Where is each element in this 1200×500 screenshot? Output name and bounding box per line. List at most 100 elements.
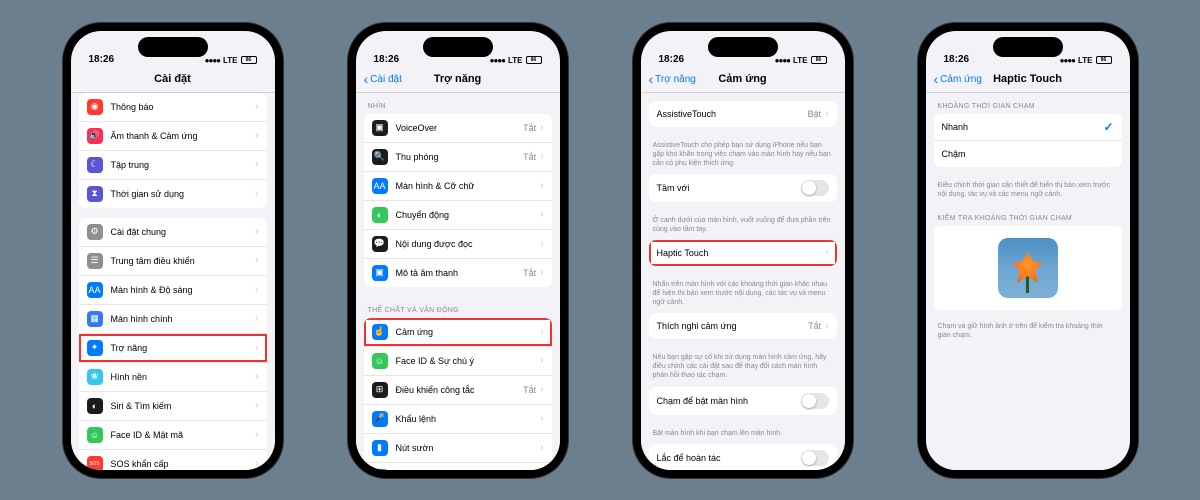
nav-back-button[interactable]: ‹ Trợ năng bbox=[649, 72, 696, 86]
settings-icon: ☰ bbox=[87, 253, 103, 269]
settings-row[interactable]: ◉Thông báo› bbox=[79, 93, 267, 122]
settings-row[interactable]: 🔊Âm thanh & Cảm ứng› bbox=[79, 122, 267, 151]
chevron-right-icon: › bbox=[540, 267, 543, 278]
test-image[interactable] bbox=[998, 238, 1058, 298]
settings-row[interactable]: ◐Siri & Tìm kiếm› bbox=[79, 392, 267, 421]
battery-icon: 86 bbox=[241, 56, 257, 64]
settings-row[interactable]: ✦Trợ năng› bbox=[79, 334, 267, 363]
chevron-right-icon: › bbox=[540, 355, 543, 366]
nav-title: Haptic Touch bbox=[993, 73, 1062, 85]
signal-icon: ●●●● bbox=[205, 56, 220, 65]
chevron-right-icon: › bbox=[255, 101, 258, 112]
toggle-switch[interactable] bbox=[801, 450, 829, 466]
settings-row[interactable]: ☺Face ID & Mật mã› bbox=[79, 421, 267, 450]
chevron-right-icon: › bbox=[255, 255, 258, 266]
settings-icon: ◐ bbox=[372, 207, 388, 223]
settings-row[interactable]: ⊞Điều khiển công tắcTắt› bbox=[364, 376, 552, 405]
settings-row[interactable]: ▮Nút sườn› bbox=[364, 434, 552, 463]
settings-icon: ☺ bbox=[372, 353, 388, 369]
signal-icon: ●●●● bbox=[1060, 56, 1075, 65]
settings-icon: 💬 bbox=[372, 236, 388, 252]
settings-row[interactable]: SOSSOS khẩn cấp› bbox=[79, 450, 267, 470]
settings-row[interactable]: ⧗Thời gian sử dụng› bbox=[79, 180, 267, 208]
nav-bar: Cài đặt bbox=[71, 67, 275, 93]
row-label: Thích nghi cảm ứng bbox=[657, 321, 809, 331]
row-label: Màn hình & Độ sáng bbox=[111, 285, 256, 295]
row-label: Siri & Tìm kiếm bbox=[111, 401, 256, 411]
toggle-switch[interactable] bbox=[801, 393, 829, 409]
section-header-motor: THỂ CHẤT VÀ VẬN ĐỘNG bbox=[356, 297, 560, 318]
haptic-touch-row[interactable]: Haptic Touch › bbox=[649, 240, 837, 266]
settings-row[interactable]: ◐Chuyển động› bbox=[364, 201, 552, 230]
haptic-touch-group: Haptic Touch › bbox=[649, 240, 837, 266]
row-label: Haptic Touch bbox=[657, 248, 826, 258]
footer-4: Nếu bạn gặp sự cố khi sử dụng màn hình c… bbox=[641, 349, 845, 386]
row-label: Trợ năng bbox=[111, 343, 256, 353]
chevron-right-icon: › bbox=[825, 108, 828, 119]
row-label: Face ID & Sự chú ý bbox=[396, 356, 541, 366]
screen-3: 18:26 ●●●● LTE 86 ‹ Trợ năng Cảm ứng Ass… bbox=[641, 31, 845, 470]
settings-icon: AA bbox=[372, 178, 388, 194]
fast-option-row[interactable]: Nhanh ✓ bbox=[934, 114, 1122, 141]
settings-row[interactable]: AAMàn hình & Cỡ chữ› bbox=[364, 172, 552, 201]
notch bbox=[138, 37, 208, 57]
settings-row[interactable]: 🔍Thu phóngTắt› bbox=[364, 143, 552, 172]
screen-2: 18:26 ●●●● LTE 86 ‹ Cài đặt Trợ năng NHÌ… bbox=[356, 31, 560, 470]
touch-accom-row[interactable]: Thích nghi cảm ứng Tắt › bbox=[649, 313, 837, 339]
section-header-duration: KHOẢNG THỜI GIAN CHẠM bbox=[926, 93, 1130, 114]
settings-icon: ▣ bbox=[372, 265, 388, 281]
status-right: ●●●● LTE 86 bbox=[205, 56, 257, 65]
tap-wake-group: Chạm để bật màn hình bbox=[649, 387, 837, 415]
settings-icon: 🔍 bbox=[372, 149, 388, 165]
settings-row[interactable]: ☺ Face ID & Sự chú ý› bbox=[364, 347, 552, 376]
settings-row[interactable]: ⚙Cài đặt chung› bbox=[79, 218, 267, 247]
slow-option-row[interactable]: Chậm bbox=[934, 141, 1122, 167]
nav-title: Cài đặt bbox=[154, 73, 191, 85]
lte-label: LTE bbox=[508, 56, 523, 65]
chevron-right-icon: › bbox=[540, 209, 543, 220]
content-1[interactable]: ◉Thông báo›🔊Âm thanh & Cảm ứng›☾Tập trun… bbox=[71, 93, 275, 470]
settings-row[interactable]: ◉Điều khiển thiết bị ở gần› bbox=[364, 463, 552, 470]
row-value: Tắt bbox=[523, 123, 536, 133]
settings-row[interactable]: 💬Nội dung được đọc› bbox=[364, 230, 552, 259]
settings-row[interactable]: ▣Mô tả âm thanhTắt› bbox=[364, 259, 552, 287]
settings-row[interactable]: ❀Hình nền› bbox=[79, 363, 267, 392]
settings-icon: ▦ bbox=[87, 311, 103, 327]
row-label: Face ID & Mật mã bbox=[111, 430, 256, 440]
row-label: Chạm để bật màn hình bbox=[657, 396, 801, 406]
nav-back-label: Cài đặt bbox=[370, 74, 402, 85]
assistivetouch-row[interactable]: AssistiveTouch Bật › bbox=[649, 101, 837, 127]
nav-back-button[interactable]: ‹ Cảm ứng bbox=[934, 72, 982, 86]
settings-row[interactable]: AAMàn hình & Độ sáng› bbox=[79, 276, 267, 305]
status-time: 18:26 bbox=[659, 54, 685, 65]
settings-icon: ❀ bbox=[87, 369, 103, 385]
content-2[interactable]: NHÌN ▣VoiceOverTắt›🔍Thu phóngTắt›AAMàn h… bbox=[356, 93, 560, 470]
content-4[interactable]: KHOẢNG THỜI GIAN CHẠM Nhanh ✓ Chậm Điều … bbox=[926, 93, 1130, 470]
nav-back-button[interactable]: ‹ Cài đặt bbox=[364, 72, 402, 86]
lte-label: LTE bbox=[223, 56, 238, 65]
settings-row[interactable]: 🎤Khẩu lệnh› bbox=[364, 405, 552, 434]
chevron-right-icon: › bbox=[255, 400, 258, 411]
settings-row[interactable]: ☾Tập trung› bbox=[79, 151, 267, 180]
settings-row[interactable]: ☰Trung tâm điều khiển› bbox=[79, 247, 267, 276]
row-label: Điều khiển công tắc bbox=[396, 385, 524, 395]
row-label: Tầm với bbox=[657, 183, 801, 193]
footer-2: Ở canh dưới của màn hình, vuốt xuống để … bbox=[641, 212, 845, 240]
settings-row[interactable]: ▦Màn hình chính› bbox=[79, 305, 267, 334]
shake-undo-row[interactable]: Lắc để hoàn tác bbox=[649, 444, 837, 470]
nav-bar: ‹ Cài đặt Trợ năng bbox=[356, 67, 560, 93]
row-label: Nút sườn bbox=[396, 443, 541, 453]
row-value: Bật bbox=[808, 109, 822, 119]
content-3[interactable]: AssistiveTouch Bật › AssistiveTouch cho … bbox=[641, 93, 845, 470]
settings-row[interactable]: ▣VoiceOverTắt› bbox=[364, 114, 552, 143]
settings-icon: ◉ bbox=[372, 469, 388, 470]
chevron-right-icon: › bbox=[255, 130, 258, 141]
settings-row[interactable]: ☝Cảm ứng› bbox=[364, 318, 552, 347]
status-time: 18:26 bbox=[944, 54, 970, 65]
reachability-row[interactable]: Tầm với bbox=[649, 174, 837, 202]
notch bbox=[423, 37, 493, 57]
tap-wake-row[interactable]: Chạm để bật màn hình bbox=[649, 387, 837, 415]
toggle-switch[interactable] bbox=[801, 180, 829, 196]
motor-group: ☝Cảm ứng› ☺ Face ID & Sự chú ý› ⊞Điều khiển… bbox=[364, 318, 552, 470]
row-label: Nhanh bbox=[942, 122, 1104, 132]
